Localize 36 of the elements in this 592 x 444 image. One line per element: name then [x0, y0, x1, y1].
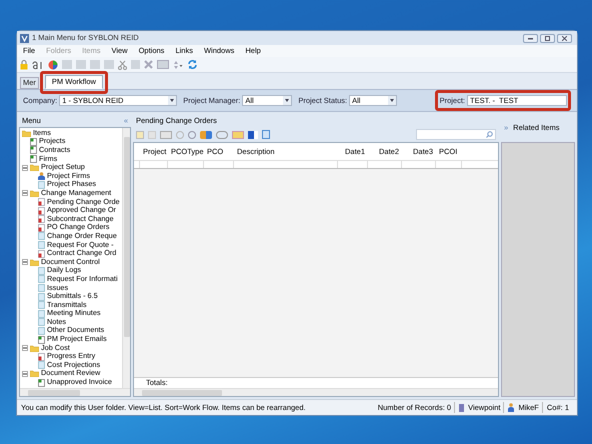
maximize-icon: [545, 36, 550, 40]
dropdown-arrow-icon: [170, 99, 174, 102]
vertical-scrollbar[interactable]: [122, 128, 130, 388]
collapse-toggle[interactable]: [22, 190, 28, 196]
view-icon[interactable]: [157, 60, 169, 69]
minimize-icon: [528, 36, 533, 40]
dropdown-arrow-icon: [285, 99, 290, 102]
delete-icon[interactable]: [144, 60, 153, 69]
minimize-button[interactable]: [523, 34, 538, 42]
new-record-row[interactable]: [134, 161, 498, 169]
sort-icon[interactable]: [173, 60, 183, 70]
columns-icon[interactable]: [262, 130, 270, 139]
refresh-icon[interactable]: [187, 59, 198, 70]
lock-icon[interactable]: [20, 60, 28, 70]
cut-icon[interactable]: [118, 60, 127, 70]
close-button[interactable]: [557, 34, 572, 42]
color-wheel-icon[interactable]: [48, 60, 58, 70]
dropdown-arrow-icon: [390, 99, 394, 102]
horizontal-scrollbar[interactable]: [20, 388, 130, 396]
viewpoint-icon: [459, 404, 464, 412]
close-icon: [562, 36, 567, 40]
collapse-toggle[interactable]: [22, 345, 28, 352]
horizontal-scrollbar[interactable]: [134, 388, 498, 396]
user-icon: [508, 403, 514, 412]
collapse-toggle[interactable]: [22, 164, 28, 171]
collapse-toggle[interactable]: [22, 370, 28, 377]
new-record-icon[interactable]: [136, 130, 144, 138]
document-icon: [38, 180, 45, 189]
search-field[interactable]: [416, 129, 496, 140]
maximize-button[interactable]: [540, 34, 555, 42]
collapse-toggle[interactable]: [22, 259, 28, 266]
document-icon: [38, 378, 45, 387]
app-logo-icon: [20, 34, 29, 42]
font-icon[interactable]: [32, 60, 44, 70]
highlight-frame: [40, 71, 108, 94]
search-icon: [486, 131, 493, 138]
